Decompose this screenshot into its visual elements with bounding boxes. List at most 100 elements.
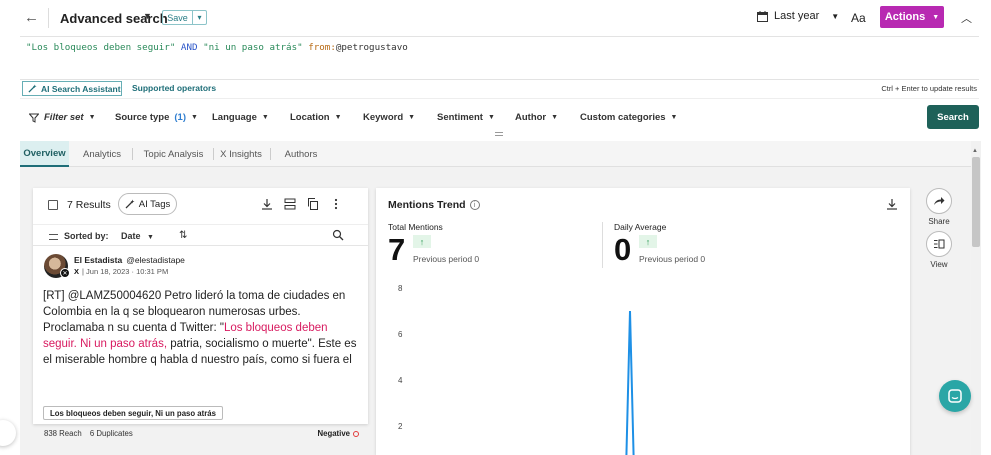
filter-set-label: Filter set [44,112,84,123]
top-bar: ← Advanced search ▼ Save ▾ Last year ▼ A… [0,0,991,36]
tab-topic-analysis[interactable]: Topic Analysis [136,141,211,167]
filter-set-dropdown[interactable]: Filter set ▼ [29,112,96,123]
view-layout-icon [934,239,945,249]
post-text: [RT] @LAMZ50004620 Petro lideró la toma … [43,288,363,368]
search-button[interactable]: Search [927,105,979,129]
custom-categories-dropdown[interactable]: Custom categories ▼ [580,112,677,123]
ai-search-assistant-label: AI Search Assistant [41,83,121,94]
tab-authors[interactable]: Authors [276,141,326,167]
sort-direction-icon[interactable]: ⇅ [179,230,187,241]
sort-value: Date [121,231,141,241]
actions-button[interactable]: Actions ▼ [880,6,944,28]
layout-icon[interactable] [284,198,296,210]
share-button[interactable] [926,188,952,214]
sentiment-dropdown[interactable]: Sentiment ▼ [437,112,495,123]
chat-button[interactable] [939,380,971,412]
total-mentions-label: Total Mentions [388,222,443,232]
language-label: Language [212,112,257,123]
chevron-down-icon[interactable]: ▼ [143,11,152,21]
sentiment-badge[interactable]: Negative [317,429,359,438]
side-panel-toggle[interactable] [0,420,16,446]
ai-search-assistant-button[interactable]: AI Search Assistant [22,81,122,96]
tab-divider [270,148,271,160]
date-range-label: Last year [774,10,820,22]
tab-overview[interactable]: Overview [20,141,69,167]
source-type-dropdown[interactable]: Source type (1) ▼ [115,112,198,123]
language-dropdown[interactable]: Language ▼ [212,112,269,123]
save-button[interactable]: Save ▾ [162,10,207,25]
keyword-dropdown[interactable]: Keyword ▼ [363,112,415,123]
total-previous-period: Previous period 0 [413,254,480,264]
daily-previous-period: Previous period 0 [639,254,706,264]
sentiment-dot-icon [353,430,359,437]
post-date: | Jun 18, 2023 · 10:31 PM [82,267,169,276]
y-tick-label: 8 [398,284,403,293]
query-term-2: "ni un paso atrás" [203,42,303,53]
supported-operators-link[interactable]: Supported operators [132,83,216,93]
share-label: Share [928,217,950,226]
query-editor[interactable]: "Los bloqueos deben seguir" AND "ni un p… [20,36,979,80]
sentiment-label: Sentiment [437,112,483,123]
post-author[interactable]: El Estadista @elestadistape [74,255,185,265]
tab-x-insights[interactable]: X Insights [216,141,266,167]
copy-icon[interactable] [307,198,319,210]
mentions-trend-chart: 8 6 4 2 [398,284,635,455]
tab-divider [132,148,133,160]
magic-wand-icon [28,84,37,93]
scrollbar-thumb[interactable] [972,157,980,247]
post-duplicates[interactable]: 6 Duplicates [90,429,133,438]
content-area: 7 Results AI Tags Sorted by: Date ▼ ⇅ ✕ … [20,167,971,455]
source-type-count: (1) [174,112,187,123]
download-icon[interactable] [261,198,273,210]
chevron-down-icon: ▼ [831,11,840,21]
source-type-label: Source type [115,112,170,123]
post-meta: X | Jun 18, 2023 · 10:31 PM [74,267,168,276]
chevron-up-icon[interactable]: ︿ [961,10,972,26]
download-icon[interactable] [886,198,898,210]
post-stats: 838 Reach 6 Duplicates [44,429,133,438]
keyboard-hint: Ctrl + Enter to update results [881,84,977,93]
chevron-down-icon: ▼ [191,114,198,121]
font-size-button[interactable]: Aa [851,11,866,25]
mentions-trend-card: Mentions Trend i Total Mentions 7 ↑ Prev… [376,188,910,455]
assist-row: AI Search Assistant Supported operators … [22,81,979,97]
scroll-up-icon[interactable]: ▲ [972,148,978,154]
post-reach: 838 Reach [44,429,82,438]
location-dropdown[interactable]: Location ▼ [290,112,342,123]
results-count: 7 Results [67,199,111,211]
tab-analytics[interactable]: Analytics [75,141,129,167]
date-range-selector[interactable]: Last year ▼ [757,10,839,22]
info-icon[interactable]: i [469,200,480,210]
keyword-tag[interactable]: Los bloqueos deben seguir, Ni un paso at… [43,406,223,420]
select-all-checkbox[interactable] [48,200,58,210]
keyword-label: Keyword [363,112,404,123]
search-icon[interactable] [332,229,344,241]
resize-handle[interactable] [495,132,503,136]
scrollbar[interactable]: ▲ [971,141,981,455]
back-arrow-icon[interactable]: ← [24,10,40,26]
chevron-down-icon[interactable]: ▾ [193,11,206,24]
y-tick-label: 6 [398,330,403,339]
metric-divider [602,222,603,268]
share-icon [934,197,945,205]
actions-label: Actions [884,11,926,23]
tab-divider [213,148,214,160]
view-label: View [930,260,948,269]
trend-title: Mentions Trend i [388,199,480,211]
filter-bar: Filter set ▼ Source type (1) ▼ Language … [20,98,979,140]
chat-icon [948,389,962,403]
chevron-down-icon: ▼ [487,114,495,121]
tab-bar: Overview Analytics Topic Analysis X Insi… [20,141,971,167]
author-dropdown[interactable]: Author ▼ [515,112,558,123]
save-label[interactable]: Save [163,11,193,24]
trend-title-text: Mentions Trend [388,199,466,211]
view-button[interactable] [926,231,952,257]
more-vertical-icon[interactable] [330,198,342,210]
results-card: 7 Results AI Tags Sorted by: Date ▼ ⇅ ✕ … [33,188,368,438]
sort-dropdown[interactable]: Date ▼ [121,231,154,241]
ai-tags-button[interactable]: AI Tags [118,193,177,215]
daily-average-value: 0 [614,232,632,267]
query-operator: AND [180,42,198,53]
ai-tags-label: AI Tags [138,198,171,210]
arrow-up-icon: ↑ [639,235,657,248]
